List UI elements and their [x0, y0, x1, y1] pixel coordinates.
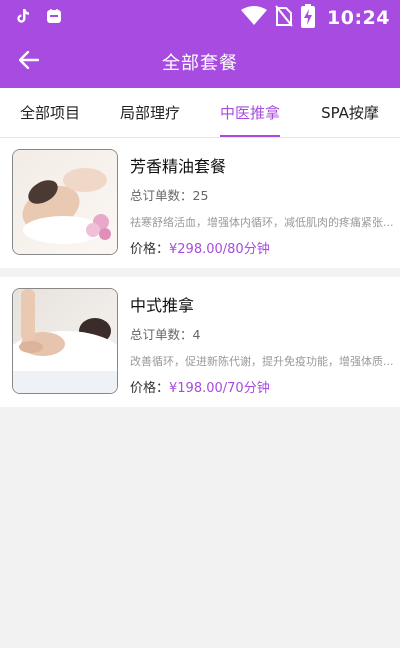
- battery-charging-icon: [301, 4, 316, 32]
- list-item[interactable]: 中式推拿 总订单数：4 改善循环，促进新陈代谢，提升免疫功能，增强体质... 价…: [0, 277, 400, 407]
- arrow-left-icon: [18, 50, 40, 73]
- app-icon: [46, 8, 62, 28]
- status-bar: 10:24: [0, 0, 400, 36]
- wifi-icon: [241, 6, 268, 30]
- order-count: 总订单数：4: [130, 324, 388, 343]
- order-count-label: 总订单数：: [130, 327, 193, 342]
- order-count-label: 总订单数：: [130, 188, 193, 203]
- package-thumbnail: [12, 149, 118, 255]
- back-button[interactable]: [14, 48, 44, 76]
- package-list: 芳香精油套餐 总订单数：25 祛寒舒络活血，增强体内循环，减低肌肉的疼痛紧张..…: [0, 138, 400, 407]
- tab-label: SPA按摩: [321, 104, 379, 122]
- tab-label: 局部理疗: [119, 104, 180, 122]
- package-title: 中式推拿: [130, 296, 195, 315]
- price-row: 价格：¥298.00/80分钟: [130, 238, 388, 257]
- order-count: 总订单数：25: [130, 185, 388, 204]
- package-thumbnail: [12, 288, 118, 394]
- price-label: 价格：: [130, 242, 170, 257]
- list-item[interactable]: 芳香精油套餐 总订单数：25 祛寒舒络活血，增强体内循环，减低肌肉的疼痛紧张..…: [0, 138, 400, 268]
- package-info: 中式推拿 总订单数：4 改善循环，促进新陈代谢，提升免疫功能，增强体质... 价…: [130, 288, 394, 396]
- category-tabs: 全部项目 局部理疗 中医推拿 SPA按摩: [0, 88, 400, 138]
- status-bar-left: [16, 8, 62, 28]
- tab-label: 全部项目: [19, 104, 80, 122]
- tab-local-therapy[interactable]: 局部理疗: [100, 88, 200, 137]
- price-value: ¥298.00/80分钟: [169, 242, 270, 257]
- price-value: ¥198.00/70分钟: [169, 381, 270, 396]
- price-row: 价格：¥198.00/70分钟: [130, 377, 388, 396]
- order-count-value: 4: [192, 327, 201, 342]
- tab-all-items[interactable]: 全部项目: [0, 88, 100, 137]
- package-title: 芳香精油套餐: [130, 157, 227, 176]
- app-bar: 全部套餐: [0, 36, 400, 88]
- tab-label: 中医推拿: [219, 104, 280, 122]
- order-count-value: 25: [192, 188, 209, 203]
- status-bar-right: 10:24: [241, 4, 390, 32]
- tab-spa-massage[interactable]: SPA按摩: [300, 88, 400, 137]
- page-title: 全部套餐: [162, 53, 238, 74]
- package-description: 改善循环，促进新陈代谢，提升免疫功能，增强体质...: [130, 355, 394, 367]
- price-label: 价格：: [130, 381, 170, 396]
- tiktok-icon: [16, 8, 30, 28]
- package-info: 芳香精油套餐 总订单数：25 祛寒舒络活血，增强体内循环，减低肌肉的疼痛紧张..…: [130, 149, 394, 257]
- status-time: 10:24: [327, 7, 390, 29]
- package-description: 祛寒舒络活血，增强体内循环，减低肌肉的疼痛紧张...: [130, 216, 394, 228]
- tab-tcm-massage[interactable]: 中医推拿: [200, 88, 300, 137]
- no-sim-icon: [275, 5, 293, 31]
